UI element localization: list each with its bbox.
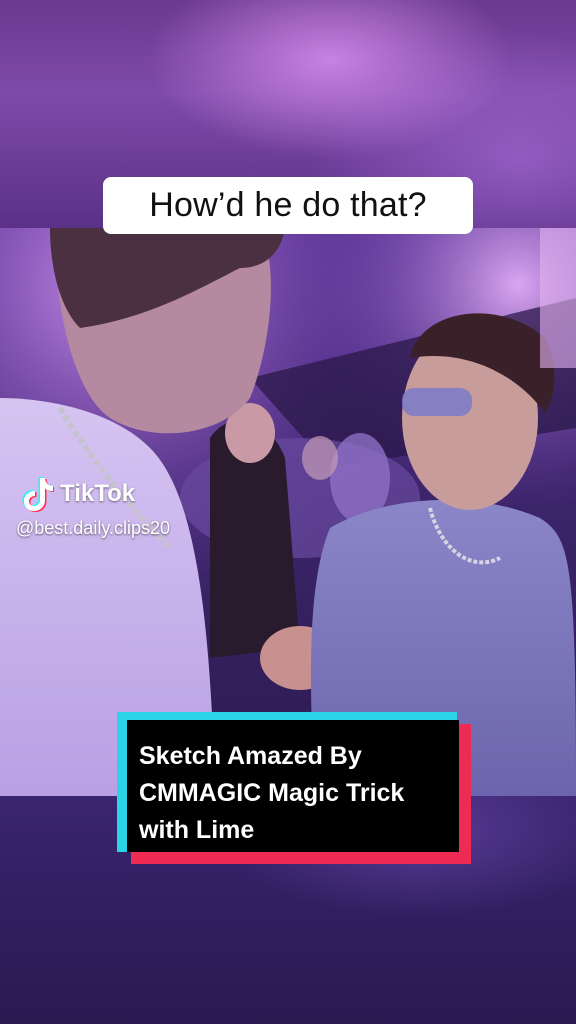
- stage-light: [540, 228, 576, 368]
- bottom-caption: Sketch Amazed By CMMAGIC Magic Trick wit…: [117, 712, 471, 864]
- tiktok-watermark: TikTok @best.daily.clips20: [16, 470, 246, 550]
- caption-line-3: with Lime: [139, 816, 255, 844]
- caption-text-box: Sketch Amazed By CMMAGIC Magic Trick wit…: [127, 720, 459, 852]
- top-caption: How’d he do that?: [103, 177, 473, 234]
- tiktok-note-icon: [22, 476, 55, 512]
- watermark-brand: TikTok: [60, 480, 136, 507]
- watermark-logo-row: TikTok: [22, 474, 135, 514]
- sunglasses: [402, 388, 472, 416]
- caption-line-1: Sketch Amazed By: [139, 742, 362, 770]
- crowd-head: [302, 436, 338, 480]
- watermark-handle: @best.daily.clips20: [16, 518, 171, 538]
- caption-line-2: CMMAGIC Magic Trick: [139, 779, 405, 807]
